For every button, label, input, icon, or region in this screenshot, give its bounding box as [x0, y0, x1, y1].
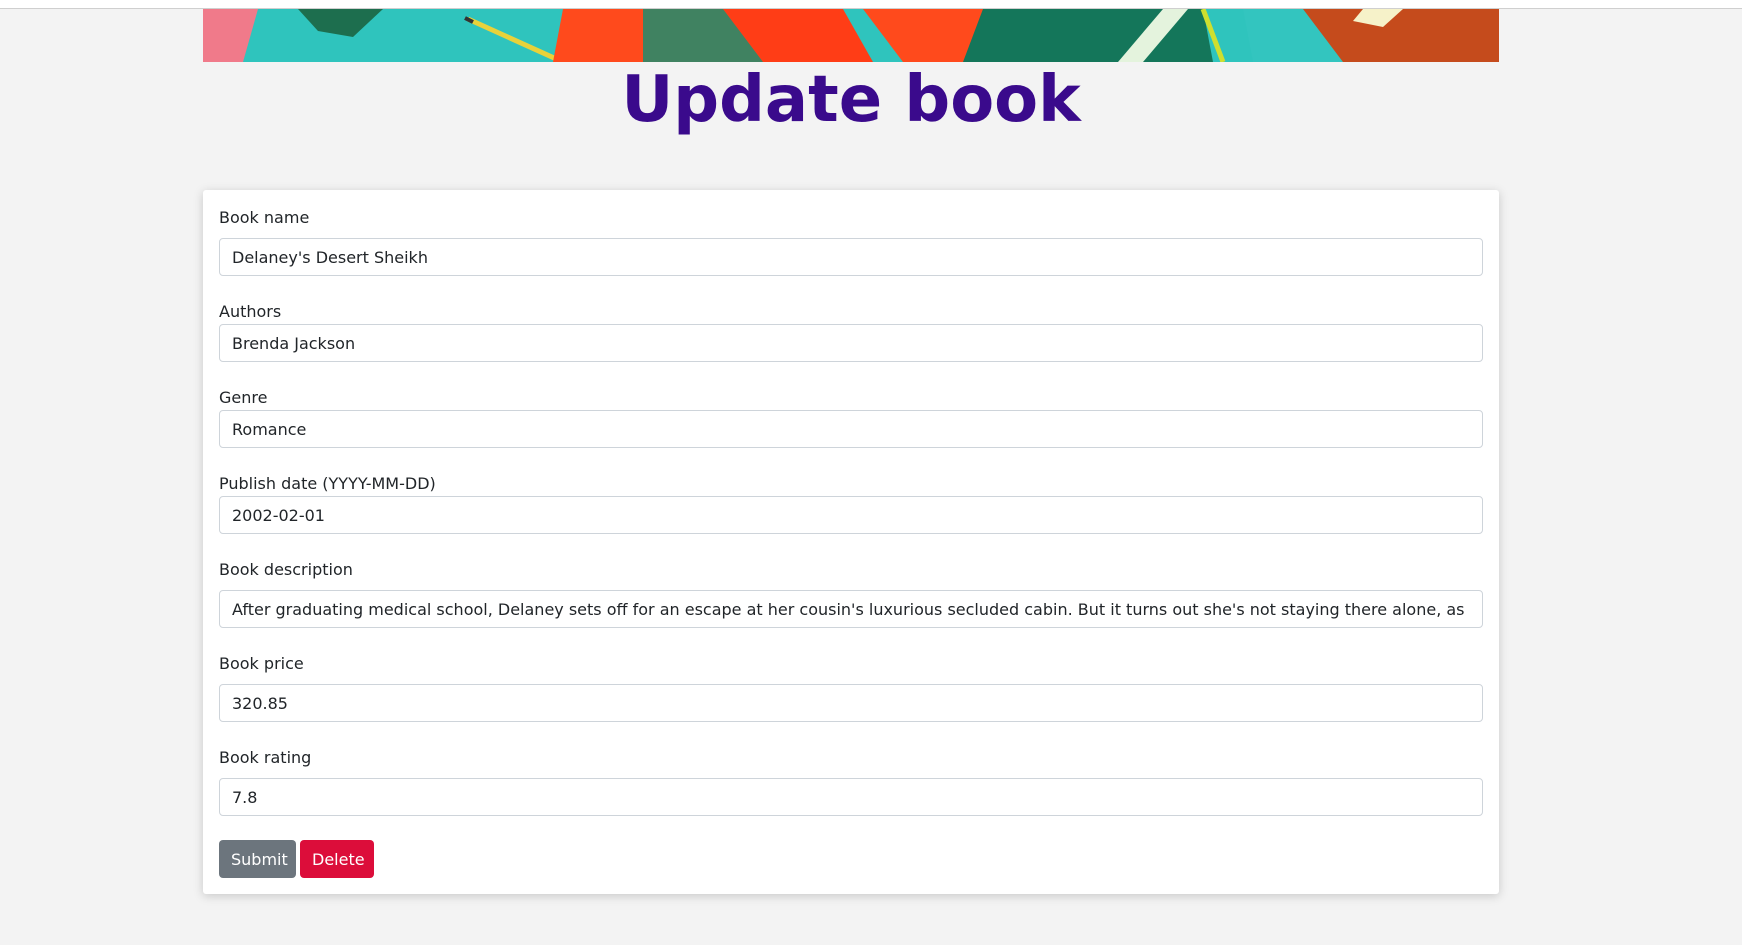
genre-label: Genre: [219, 388, 268, 407]
genre-input[interactable]: [219, 410, 1483, 448]
book-name-input[interactable]: [219, 238, 1483, 276]
header-banner-image: [203, 9, 1499, 62]
publish-date-input[interactable]: [219, 496, 1483, 534]
book-price-label: Book price: [219, 654, 304, 673]
book-description-input[interactable]: [219, 590, 1483, 628]
authors-label: Authors: [219, 302, 282, 321]
book-description-label: Book description: [219, 560, 353, 579]
page-title: Update book: [621, 63, 1081, 137]
genre-group: Genre: [219, 388, 1483, 448]
submit-button[interactable]: Submit: [219, 840, 296, 878]
book-rating-input[interactable]: [219, 778, 1483, 816]
update-book-form: Book name Authors Genre Publish date (YY…: [203, 190, 1499, 894]
book-rating-group: Book rating: [219, 748, 1483, 816]
authors-group: Authors: [219, 302, 1483, 362]
book-price-group: Book price: [219, 654, 1483, 722]
book-description-group: Book description: [219, 560, 1483, 628]
book-name-group: Book name: [219, 208, 1483, 276]
delete-button[interactable]: Delete: [300, 840, 374, 878]
top-bar: [0, 0, 1742, 9]
publish-date-group: Publish date (YYYY-MM-DD): [219, 474, 1483, 534]
book-name-label: Book name: [219, 208, 310, 227]
publish-date-label: Publish date (YYYY-MM-DD): [219, 474, 436, 493]
authors-input[interactable]: [219, 324, 1483, 362]
book-rating-label: Book rating: [219, 748, 312, 767]
book-price-input[interactable]: [219, 684, 1483, 722]
